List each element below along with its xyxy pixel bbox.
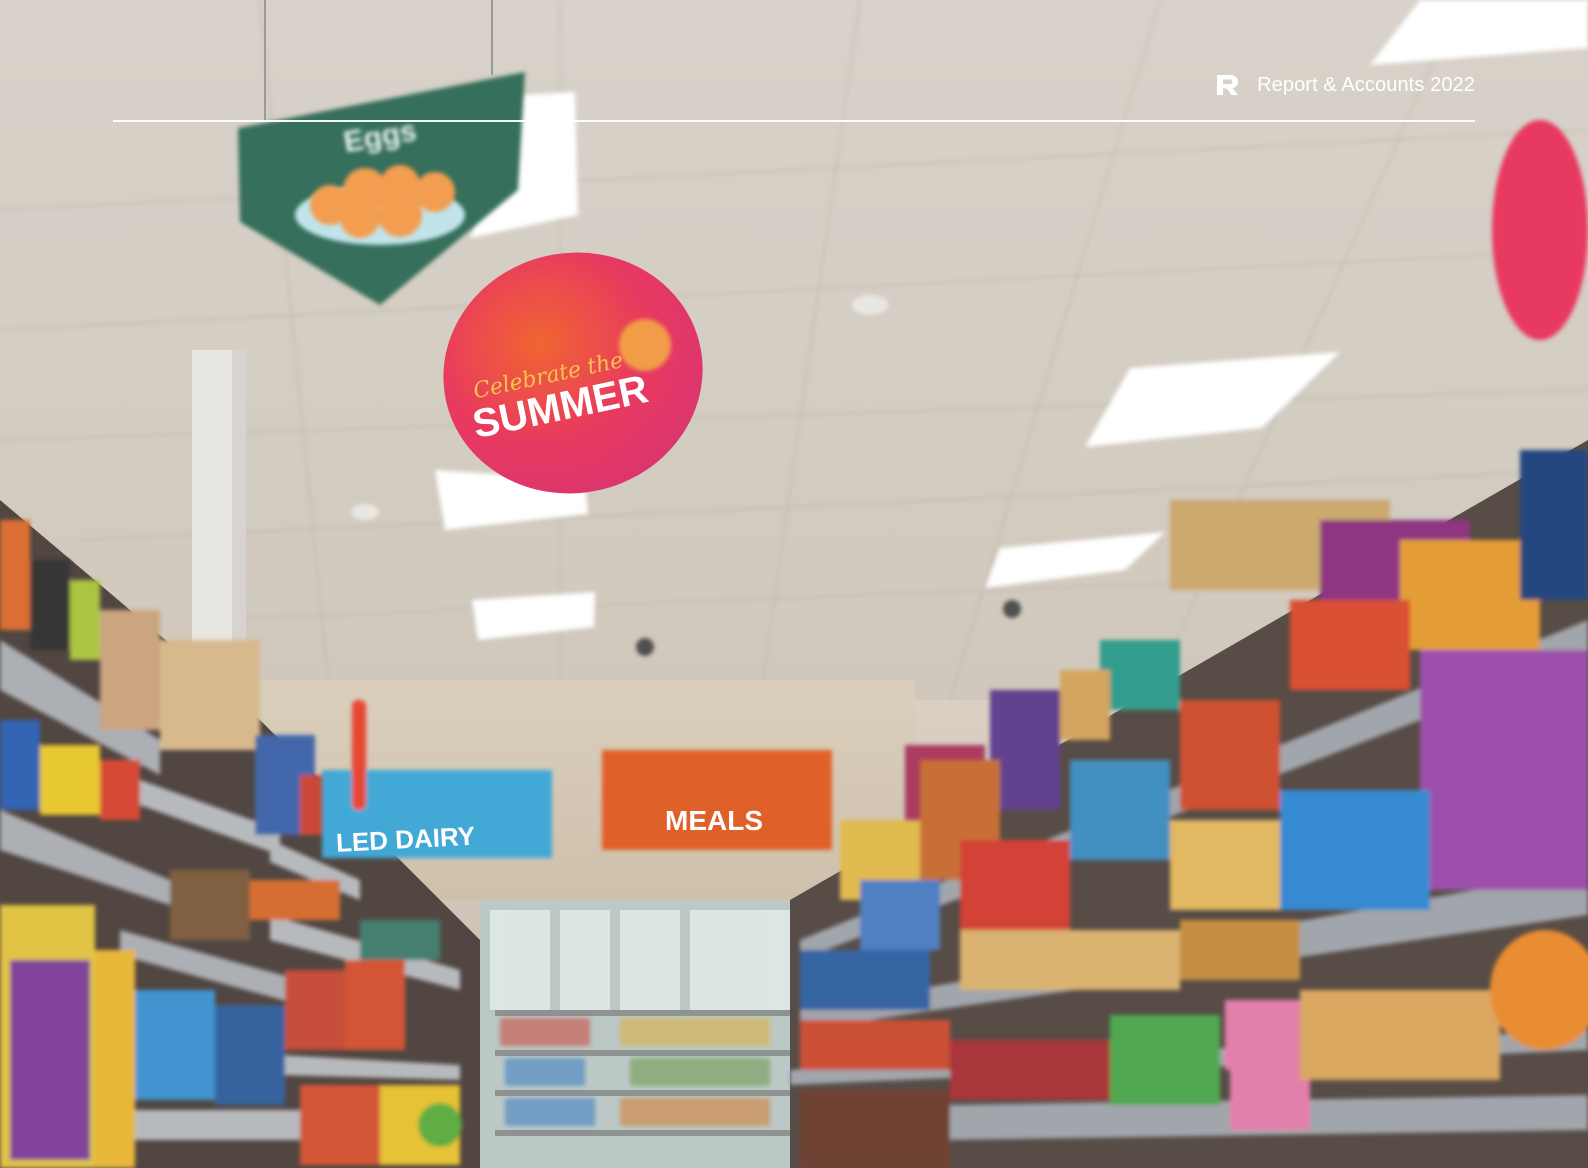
report-page: LED DAIRY MEALS Eggs Celebrate the SUMME…	[0, 0, 1588, 1168]
report-title: Report & Accounts 2022	[1257, 73, 1475, 96]
header-divider	[113, 120, 1475, 122]
supermarket-aisle-photo: LED DAIRY MEALS Eggs Celebrate the SUMME…	[0, 0, 1588, 1168]
r-logo-icon	[1217, 75, 1239, 95]
report-header: Report & Accounts 2022	[1215, 72, 1475, 98]
